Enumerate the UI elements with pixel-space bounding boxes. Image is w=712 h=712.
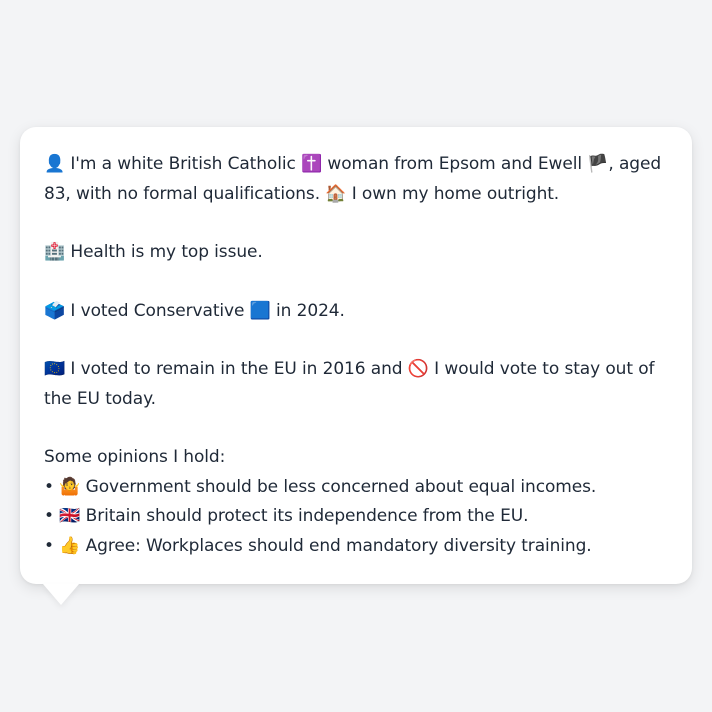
prohibited-icon: 🚫 <box>407 359 429 379</box>
england-flag-icon: 🏴 <box>587 154 609 174</box>
bullet-dot: • <box>44 506 54 526</box>
home-text: I own my home outright. <box>351 183 560 204</box>
hospital-icon: 🏥 <box>44 242 66 262</box>
vote-text-a: I voted Conservative <box>70 300 245 321</box>
blue-square-icon: 🟦 <box>249 300 271 321</box>
opinion-text: Government should be less concerned abou… <box>85 476 597 497</box>
eu-text-a: I voted to remain in the EU in 2016 and <box>70 359 403 379</box>
eu-vote: 🇪🇺 I voted to remain in the EU in 2016 a… <box>44 355 670 414</box>
issue-text: Health is my top issue. <box>70 242 263 262</box>
house-icon: 🏠 <box>325 183 347 204</box>
thumbs-up-icon: 👍 <box>59 535 81 556</box>
top-issue: 🏥 Health is my top issue. <box>44 238 670 268</box>
opinion-item: • 👍 Agree: Workplaces should end mandato… <box>44 532 670 562</box>
uk-flag-icon: 🇬🇧 <box>59 506 81 526</box>
bullet-dot: • <box>44 535 54 556</box>
opinion-text: Britain should protect its independence … <box>85 506 529 526</box>
opinion-text: Agree: Workplaces should end mandatory d… <box>85 535 592 556</box>
opinions-section: Some opinions I hold: • 🤷 Government sho… <box>44 443 670 561</box>
vote-2024: 🗳️ I voted Conservative 🟦 in 2024. <box>44 297 670 327</box>
bubble-tail <box>43 584 79 605</box>
ballot-box-icon: 🗳️ <box>44 300 66 321</box>
opinion-item: • 🤷 Government should be less concerned … <box>44 473 670 503</box>
shrug-icon: 🤷 <box>59 476 81 497</box>
bullet-dot: • <box>44 476 54 497</box>
person-icon: 👤 <box>44 154 66 174</box>
opinions-heading: Some opinions I hold: <box>44 447 226 467</box>
persona-message-bubble: 👤 I'm a white British Catholic ✝️ woman … <box>20 127 692 584</box>
intro-text-b: woman from Epsom and Ewell <box>327 154 582 174</box>
intro-text-a: I'm a white British Catholic <box>70 154 296 174</box>
opinion-item: • 🇬🇧 Britain should protect its independ… <box>44 502 670 532</box>
eu-flag-icon: 🇪🇺 <box>44 359 66 379</box>
cross-icon: ✝️ <box>301 154 323 174</box>
persona-intro: 👤 I'm a white British Catholic ✝️ woman … <box>44 150 670 209</box>
vote-text-b: in 2024. <box>276 300 345 321</box>
